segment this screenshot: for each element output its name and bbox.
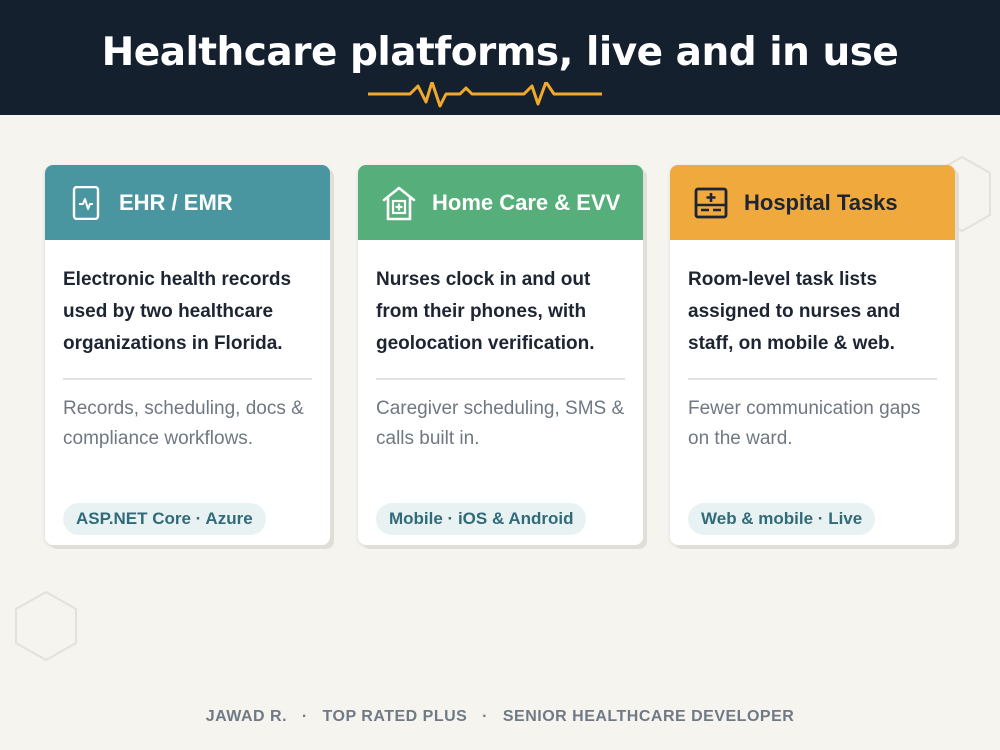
heartbeat-line-icon bbox=[368, 82, 602, 108]
card-ehr: EHR / EMR Electronic health records used… bbox=[45, 165, 330, 545]
footer-rating: TOP RATED PLUS bbox=[322, 708, 468, 725]
footer-credits: JAWAD R. · TOP RATED PLUS · SENIOR HEALT… bbox=[205, 708, 795, 725]
card-header: Home Care & EVV bbox=[358, 165, 643, 240]
card-sub: Caregiver scheduling, SMS & calls built … bbox=[376, 398, 625, 449]
card-lead: Nurses clock in and out from their phone… bbox=[376, 269, 595, 354]
card-title: Home Care & EVV bbox=[432, 189, 621, 215]
tech-badge: Web & mobile · Live bbox=[688, 503, 876, 535]
card-header: EHR / EMR bbox=[45, 165, 330, 240]
header-banner: Healthcare platforms, live and in use bbox=[0, 0, 1000, 115]
tech-badge: ASP.NET Core · Azure bbox=[63, 503, 266, 535]
card-title: EHR / EMR bbox=[119, 189, 233, 215]
card-sub: Fewer communication gaps on the ward. bbox=[688, 398, 921, 449]
footer-name: JAWAD R. bbox=[205, 708, 288, 725]
hospital-board-icon bbox=[694, 186, 728, 220]
hexagon-decoration-icon bbox=[15, 590, 77, 662]
footer-role: SENIOR HEALTHCARE DEVELOPER bbox=[502, 708, 795, 725]
card-header: Hospital Tasks bbox=[670, 165, 955, 240]
card-sub: Records, scheduling, docs & compliance w… bbox=[63, 398, 304, 449]
card-title: Hospital Tasks bbox=[744, 189, 898, 215]
divider bbox=[376, 378, 625, 380]
card-lead: Room-level task lists assigned to nurses… bbox=[688, 269, 901, 354]
tablet-heartbeat-icon bbox=[69, 185, 103, 220]
divider bbox=[63, 378, 312, 380]
card-home-care: Home Care & EVV Nurses clock in and out … bbox=[358, 165, 643, 545]
house-medical-icon bbox=[382, 186, 416, 220]
page-title: Healthcare platforms, live and in use bbox=[101, 30, 899, 75]
tech-badge: Mobile · iOS & Android bbox=[376, 503, 587, 535]
card-hospital-tasks: Hospital Tasks Room-level task lists ass… bbox=[670, 165, 955, 545]
card-lead: Electronic health records used by two he… bbox=[63, 269, 292, 354]
divider bbox=[688, 378, 937, 380]
